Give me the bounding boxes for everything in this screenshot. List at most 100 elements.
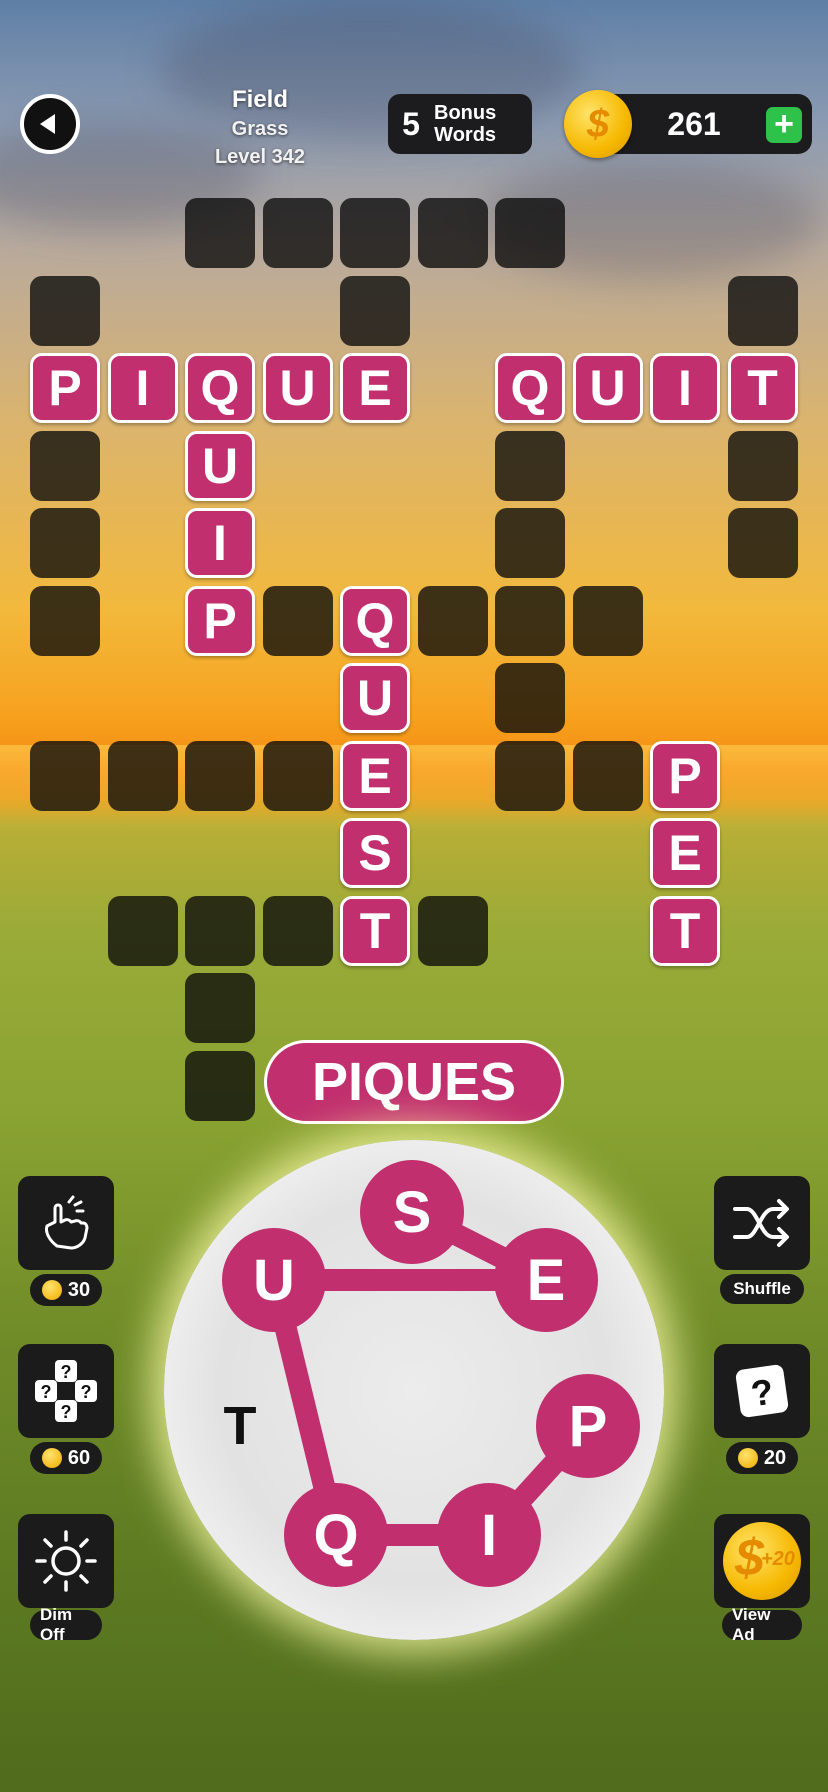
coin-plus-20-icon: $ +20 — [723, 1522, 801, 1600]
empty-tile — [727, 508, 798, 578]
cost-value: 60 — [67, 1446, 91, 1469]
letter-tile: E — [340, 740, 410, 811]
empty-tile — [185, 973, 255, 1043]
hint-finger-button[interactable] — [18, 1176, 114, 1270]
hint-question-cost: 20 — [726, 1442, 798, 1474]
wheel-letter-i[interactable]: I — [437, 1483, 541, 1587]
empty-tile — [30, 275, 100, 346]
empty-tile — [572, 585, 643, 656]
empty-tile — [417, 895, 488, 966]
dim-label: Dim Off — [30, 1605, 102, 1644]
hint-question-button[interactable]: ? — [714, 1344, 810, 1438]
letter-tile: T — [650, 895, 720, 966]
empty-tile — [30, 740, 100, 811]
empty-tile — [262, 585, 333, 656]
wheel-letter-p[interactable]: P — [536, 1374, 640, 1478]
wheel-letter-s[interactable]: S — [360, 1160, 464, 1264]
question-dice-icon: ???? — [35, 1360, 97, 1422]
letter-tile: I — [107, 353, 178, 423]
coin-icon — [41, 1280, 62, 1300]
letter-tile: U — [185, 430, 255, 501]
letter-tile: E — [650, 818, 720, 888]
wheel-letter-q[interactable]: Q — [284, 1483, 388, 1587]
bonus-label: Bonus Words — [434, 102, 496, 146]
letter-tile: T — [727, 353, 798, 423]
empty-tile — [572, 740, 643, 811]
shuffle-button[interactable] — [714, 1176, 810, 1270]
game-screen: Field Grass Level 342 5 Bonus Words $ 26… — [0, 0, 828, 1792]
view-ad-button[interactable]: $ +20 — [714, 1514, 810, 1608]
svg-text:?: ? — [81, 1382, 92, 1402]
bonus-words-button[interactable]: 5 Bonus Words — [388, 94, 532, 154]
letter-tile: U — [340, 663, 410, 733]
empty-tile — [727, 430, 798, 501]
level-label: Level 342 — [214, 146, 306, 168]
wheel-letter-e[interactable]: E — [494, 1228, 598, 1332]
letter-wheel[interactable]: SEPIQ U T — [164, 1140, 664, 1640]
back-button[interactable] — [20, 94, 80, 154]
wheel-letter-u[interactable]: U — [222, 1228, 326, 1332]
question-card-icon: ? — [735, 1364, 789, 1418]
empty-tile — [727, 275, 798, 346]
empty-tile — [495, 585, 565, 656]
coin-count: 261 — [667, 106, 721, 142]
bonus-label-line1: Bonus — [434, 102, 497, 124]
letter-tile: Q — [340, 585, 410, 656]
letter-tile: P — [185, 585, 255, 656]
coin-badge: +20 — [761, 1548, 795, 1570]
dim-toggle-button[interactable] — [18, 1514, 114, 1608]
subcategory-title: Grass — [231, 118, 289, 140]
cost-value: 20 — [763, 1446, 787, 1469]
svg-text:?: ? — [61, 1402, 72, 1422]
empty-tile — [30, 585, 100, 656]
letter-tile: I — [185, 508, 255, 578]
bonus-label-line2: Words — [434, 124, 497, 146]
svg-text:?: ? — [61, 1362, 72, 1382]
wheel-letter-t[interactable]: T — [210, 1396, 270, 1456]
cost-value: 30 — [67, 1278, 91, 1301]
empty-tile — [185, 1050, 255, 1121]
letter-tile: S — [340, 818, 410, 888]
empty-tile — [417, 585, 488, 656]
hint-finger-cost: 30 — [30, 1274, 102, 1306]
letter-tile: U — [572, 353, 643, 423]
letter-tile: P — [30, 353, 100, 423]
sun-icon — [35, 1530, 97, 1592]
empty-tile — [417, 198, 488, 268]
empty-tile — [495, 430, 565, 501]
add-coins-button[interactable]: + — [766, 107, 802, 143]
reveal-letters-button[interactable]: ???? — [18, 1344, 114, 1438]
empty-tile — [495, 508, 565, 578]
bonus-count: 5 — [402, 105, 420, 142]
shuffle-icon — [733, 1199, 789, 1247]
empty-tile — [262, 895, 333, 966]
empty-tile — [185, 198, 255, 268]
empty-tile — [30, 508, 100, 578]
coin-icon: $ — [564, 90, 632, 158]
reveal-letters-cost: 60 — [30, 1442, 102, 1474]
empty-tile — [30, 430, 100, 501]
empty-tile — [340, 198, 410, 268]
letter-tile: Q — [185, 353, 255, 423]
letter-tile: I — [650, 353, 720, 423]
empty-tile — [107, 895, 178, 966]
empty-tile — [495, 198, 565, 268]
letter-tile: P — [650, 740, 720, 811]
letter-tile: E — [340, 353, 410, 423]
empty-tile — [262, 740, 333, 811]
empty-tile — [495, 740, 565, 811]
coin-balance[interactable]: $ 261 + — [564, 90, 812, 158]
empty-tile — [185, 740, 255, 811]
svg-text:?: ? — [41, 1382, 52, 1402]
letter-tile: Q — [495, 353, 565, 423]
category-title: Field — [231, 86, 288, 113]
view-ad-label: View Ad — [722, 1605, 802, 1644]
coin-icon — [41, 1448, 62, 1468]
empty-tile — [340, 275, 410, 346]
empty-tile — [262, 198, 333, 268]
empty-tile — [107, 740, 178, 811]
coin-icon — [737, 1448, 758, 1468]
current-word-display: PIQUES — [264, 1040, 564, 1124]
shuffle-label: Shuffle — [720, 1274, 804, 1304]
pointing-hand-icon — [45, 1195, 89, 1250]
